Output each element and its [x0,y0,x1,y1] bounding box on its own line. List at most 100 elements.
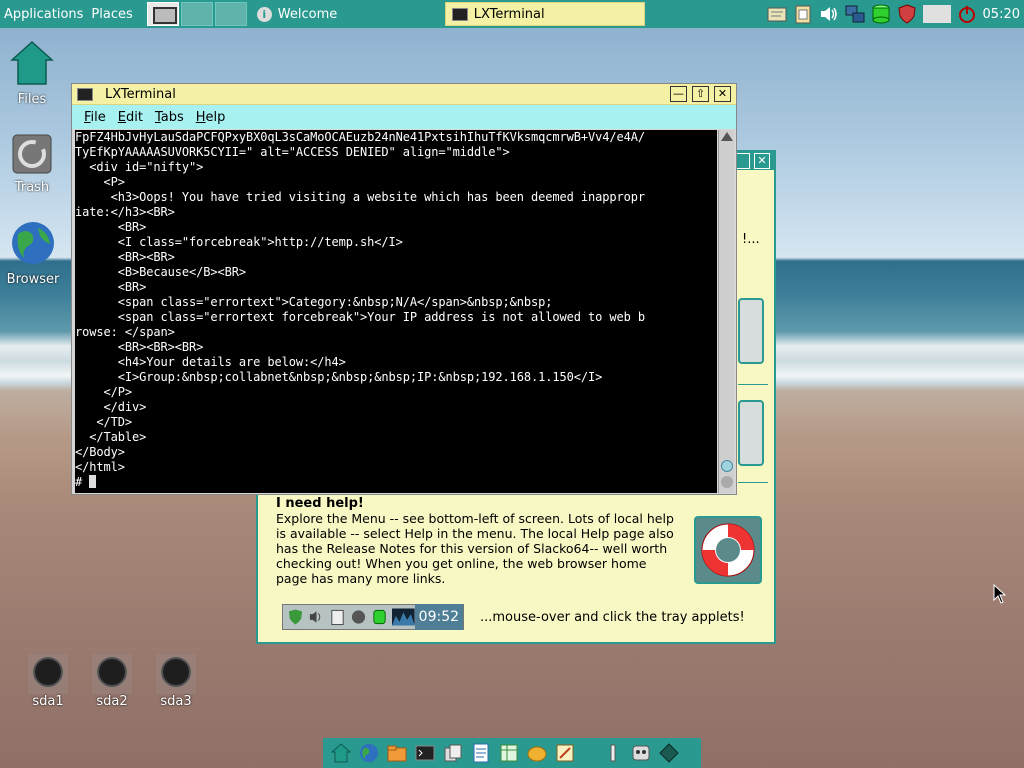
terminal-line: <B>Because</B><BR> [75,265,246,279]
terminal-line: <BR><BR><BR> [75,340,204,354]
trash-icon [12,134,52,174]
places-menu[interactable]: Places [87,7,136,22]
welcome-minimize-button[interactable] [736,153,750,169]
clipboard-icon[interactable] [793,4,813,24]
lifebuoy-icon [701,523,755,577]
minimize-button[interactable]: — [670,86,687,102]
info-icon: i [256,6,272,22]
power-icon[interactable] [957,4,977,24]
terminal-line: <span class="errortext forcebreak">Your … [75,310,645,324]
menu-file[interactable]: File [84,110,106,125]
terminal-line: rowse: </span> [75,325,175,339]
tray-demo-image: 09:52 [282,604,464,630]
text-cursor [89,475,97,488]
welcome-separator [738,384,768,385]
welcome-separator [738,482,768,483]
clipboard-icon [331,609,344,626]
files-desktop-icon[interactable]: Files [0,40,64,107]
terminal-lines: FpFZ4HbJvHyLauSdaPCFQPxyBX0qL3sCaMoOCAEu… [75,130,717,475]
volume-icon [309,611,321,623]
document-icon[interactable] [471,743,491,763]
close-button[interactable]: ✕ [714,86,731,102]
settings-tool-icon[interactable] [603,743,623,763]
welcome-side-button[interactable] [738,400,764,466]
terminal-scrollbar[interactable] [718,130,734,493]
desktop-pager-2[interactable] [180,2,213,26]
terminal-line: </TD> [75,415,132,429]
taskbar-terminal[interactable]: LXTerminal [444,2,645,26]
welcome-close-button[interactable]: ✕ [754,153,770,169]
bottom-dock [323,738,701,768]
help-heading: I need help! [276,496,364,511]
firewall-shield-icon[interactable] [897,4,917,24]
terminal-line: <div id="nifty"> [75,160,204,174]
cpu-graph-icon [392,608,415,626]
terminal-line: <I>Group:&nbsp;collabnet&nbsp;&nbsp;&nbs… [75,370,603,384]
package-icon[interactable] [659,743,679,763]
terminal-output[interactable]: FpFZ4HbJvHyLauSdaPCFQPxyBX0qL3sCaMoOCAEu… [75,130,717,493]
sda3-label: sda3 [160,694,192,709]
drive-icon [161,657,191,687]
menu-edit[interactable]: Edit [118,110,143,125]
taskbar-welcome-label: Welcome [277,6,338,22]
scroll-thumb[interactable] [721,460,733,472]
storage-icon[interactable] [871,4,891,24]
network-wizard-button[interactable] [738,298,764,364]
paint-icon[interactable] [527,743,547,763]
text-editor-icon[interactable] [555,743,575,763]
shell-prompt: # [75,475,90,489]
help-text: Explore the Menu -- see bottom-left of s… [276,511,674,586]
help-button[interactable] [694,516,762,584]
panel-clock[interactable]: 05:20 [983,7,1020,22]
applications-menu[interactable]: Applications [0,7,87,22]
network-icon [351,610,366,624]
welcome-truncated-text: !... [742,232,760,247]
taskbar-terminal-label: LXTerminal [473,6,545,22]
file-manager-icon[interactable] [443,743,463,763]
sda3-drive-icon[interactable]: sda3 [144,654,208,709]
tray-demo-clock: 09:52 [414,604,464,630]
terminal-line: <BR> [75,220,147,234]
terminal-line: </html> [75,460,125,474]
sda2-drive-icon[interactable]: sda2 [80,654,144,709]
terminal-line: <h3>Oops! You have tried visiting a webs… [75,190,645,204]
top-panel: Applications Places i Welcome LXTerminal… [0,0,1024,28]
sda2-label: sda2 [96,694,128,709]
globe-icon[interactable] [359,743,379,763]
menu-help[interactable]: Help [196,110,226,125]
scroll-up-arrow[interactable] [721,132,733,141]
terminal-title: LXTerminal [105,86,176,102]
scroll-down-button[interactable] [721,476,733,488]
home-icon[interactable] [331,743,351,763]
folder-icon[interactable] [387,743,407,763]
terminal-line: <BR> [75,280,147,294]
terminal-icon[interactable] [415,743,435,763]
shield-icon [288,609,303,625]
cpu-monitor-icon[interactable] [922,4,951,24]
notes-icon[interactable] [767,4,787,24]
network-icon[interactable] [845,4,865,24]
browser-desktop-icon[interactable]: Browser [1,220,65,287]
sda1-drive-icon[interactable]: sda1 [16,654,80,709]
desktop-pager-3[interactable] [214,2,247,26]
prompt-line: # [75,475,717,490]
terminal-line: TyEfKpYAAAAASUVORK5CYII=" alt="ACCESS DE… [75,145,510,159]
storage-icon [373,609,386,625]
terminal-menubar: File Edit Tabs Help [72,105,736,129]
terminal-line: iate:</h3><BR> [75,205,175,219]
menu-tabs[interactable]: Tabs [155,110,184,125]
terminal-line: <h4>Your details are below:</h4> [75,355,346,369]
puppy-icon[interactable] [631,743,651,763]
taskbar-welcome[interactable]: i Welcome [251,2,441,26]
terminal-icon [451,7,468,21]
maximize-button[interactable]: ⇧ [692,86,709,102]
volume-icon[interactable] [819,4,839,24]
browser-label: Browser [6,272,60,287]
terminal-titlebar[interactable]: LXTerminal [72,84,736,105]
drive-icon [33,657,63,687]
terminal-line: </div> [75,400,147,414]
spreadsheet-icon[interactable] [499,743,519,763]
desktop-pager-1[interactable] [146,2,179,26]
trash-desktop-icon[interactable]: Trash [0,134,64,195]
terminal-line: </Body> [75,445,125,459]
